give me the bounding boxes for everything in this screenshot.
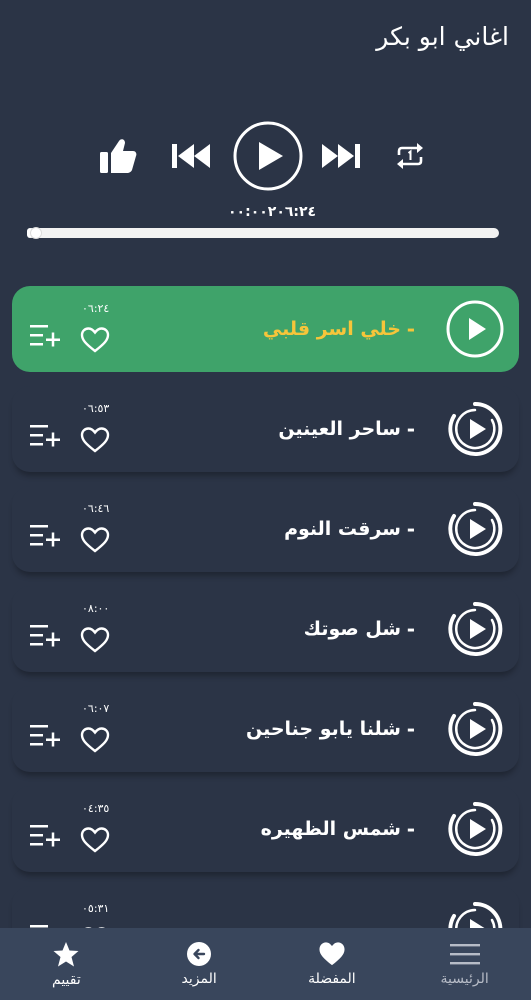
playlist-add-icon (30, 425, 60, 447)
heart-icon (80, 827, 110, 853)
add-to-playlist-button[interactable] (28, 422, 62, 450)
song-play-button[interactable] (445, 299, 505, 359)
play-circle-icon (448, 401, 503, 456)
add-to-playlist-button[interactable] (28, 822, 62, 850)
repeat-one-icon (397, 143, 423, 169)
nav-favorites[interactable]: المفضلة (266, 928, 399, 1000)
favorite-button[interactable] (80, 326, 110, 354)
bottom-nav: الرئيسية المفضلة المزيد تقييم (0, 928, 531, 1000)
song-dash: - (406, 417, 415, 441)
song-dash: - (406, 817, 415, 841)
back-arrow-icon (187, 942, 212, 966)
song-card[interactable]: - سرقت النوم ٠٦:٤٦ (12, 486, 519, 572)
add-to-playlist-button[interactable] (28, 722, 62, 750)
song-duration: ٠٦:٥٣ (82, 402, 110, 415)
like-button[interactable] (96, 134, 140, 178)
heart-icon (80, 727, 110, 753)
song-play-button[interactable] (445, 599, 505, 659)
favorite-button[interactable] (80, 426, 110, 454)
play-circle-icon (448, 801, 503, 856)
playlist-add-icon (30, 825, 60, 847)
add-to-playlist-button[interactable] (28, 322, 62, 350)
next-icon (322, 144, 360, 168)
song-duration: ٠٦:٤٦ (82, 502, 110, 515)
time-readout: ٠٠:٠٠٢٠٦:٢٤ (228, 204, 317, 220)
song-card[interactable]: - شمس الظهيره ٠٤:٣٥ (12, 786, 519, 872)
add-to-playlist-button[interactable] (28, 522, 62, 550)
song-play-button[interactable] (445, 799, 505, 859)
song-title: خلي اسر قلبي (262, 318, 401, 340)
song-dash: - (406, 617, 415, 641)
playlist-add-icon (30, 625, 60, 647)
like-icon (100, 139, 137, 173)
song-title: شل صوتك (303, 618, 401, 640)
nav-more-label: المزيد (181, 971, 217, 987)
heart-icon (319, 942, 345, 966)
song-title: شلنا يابو جناحين (245, 718, 401, 740)
nav-favorites-label: المفضلة (308, 971, 356, 987)
repeat-one-button[interactable] (390, 138, 430, 174)
song-title: شمس الظهيره (260, 818, 401, 840)
play-circle-icon (448, 701, 503, 756)
song-card[interactable]: - ساحر العينين ٠٦:٥٣ (12, 386, 519, 472)
play-circle-icon (446, 300, 504, 358)
song-duration: ٠٥:٣١ (82, 902, 110, 915)
song-duration: ٠٦:٢٤ (82, 302, 110, 315)
add-to-playlist-button[interactable] (28, 622, 62, 650)
song-play-button[interactable] (445, 699, 505, 759)
song-title: ساحر العينين (278, 418, 401, 440)
playlist-add-icon (30, 725, 60, 747)
progress-thumb[interactable] (29, 227, 42, 239)
playlist-add-icon (30, 325, 60, 347)
next-button[interactable] (318, 136, 364, 176)
nav-home[interactable]: الرئيسية (398, 928, 531, 1000)
menu-icon (449, 944, 480, 965)
progress-bar[interactable] (27, 227, 499, 239)
previous-icon (172, 144, 210, 168)
favorite-button[interactable] (80, 526, 110, 554)
song-dash: - (406, 317, 415, 341)
nav-rate-label: تقييم (52, 971, 81, 988)
song-dash: - (406, 717, 415, 741)
play-circle-icon (448, 501, 503, 556)
favorite-button[interactable] (80, 726, 110, 754)
heart-icon (80, 627, 110, 653)
song-duration: ٠٨:٠٠ (82, 602, 110, 615)
previous-button[interactable] (168, 136, 214, 176)
nav-home-label: الرئيسية (440, 971, 489, 987)
play-circle-icon (448, 601, 503, 656)
song-duration: ٠٤:٣٥ (82, 802, 110, 815)
heart-icon (80, 427, 110, 453)
player-controls (0, 119, 531, 193)
song-play-button[interactable] (445, 399, 505, 459)
play-button[interactable] (231, 119, 305, 193)
heart-icon (80, 527, 110, 553)
nav-rate[interactable]: تقييم (0, 928, 133, 1000)
song-card[interactable]: - شل صوتك ٠٨:٠٠ (12, 586, 519, 672)
star-icon (53, 941, 79, 966)
song-play-button[interactable] (445, 499, 505, 559)
song-card[interactable]: - شلنا يابو جناحين ٠٦:٠٧ (12, 686, 519, 772)
song-dash: - (406, 517, 415, 541)
nav-more[interactable]: المزيد (133, 928, 266, 1000)
heart-icon (80, 327, 110, 353)
app-title: اغاني ابو بكر (376, 22, 509, 51)
favorite-button[interactable] (80, 826, 110, 854)
song-card[interactable]: - خلي اسر قلبي ٠٦:٢٤ (12, 286, 519, 372)
play-icon (233, 121, 303, 191)
song-duration: ٠٦:٠٧ (82, 702, 110, 715)
song-title: سرقت النوم (284, 518, 401, 540)
favorite-button[interactable] (80, 626, 110, 654)
playlist-add-icon (30, 525, 60, 547)
